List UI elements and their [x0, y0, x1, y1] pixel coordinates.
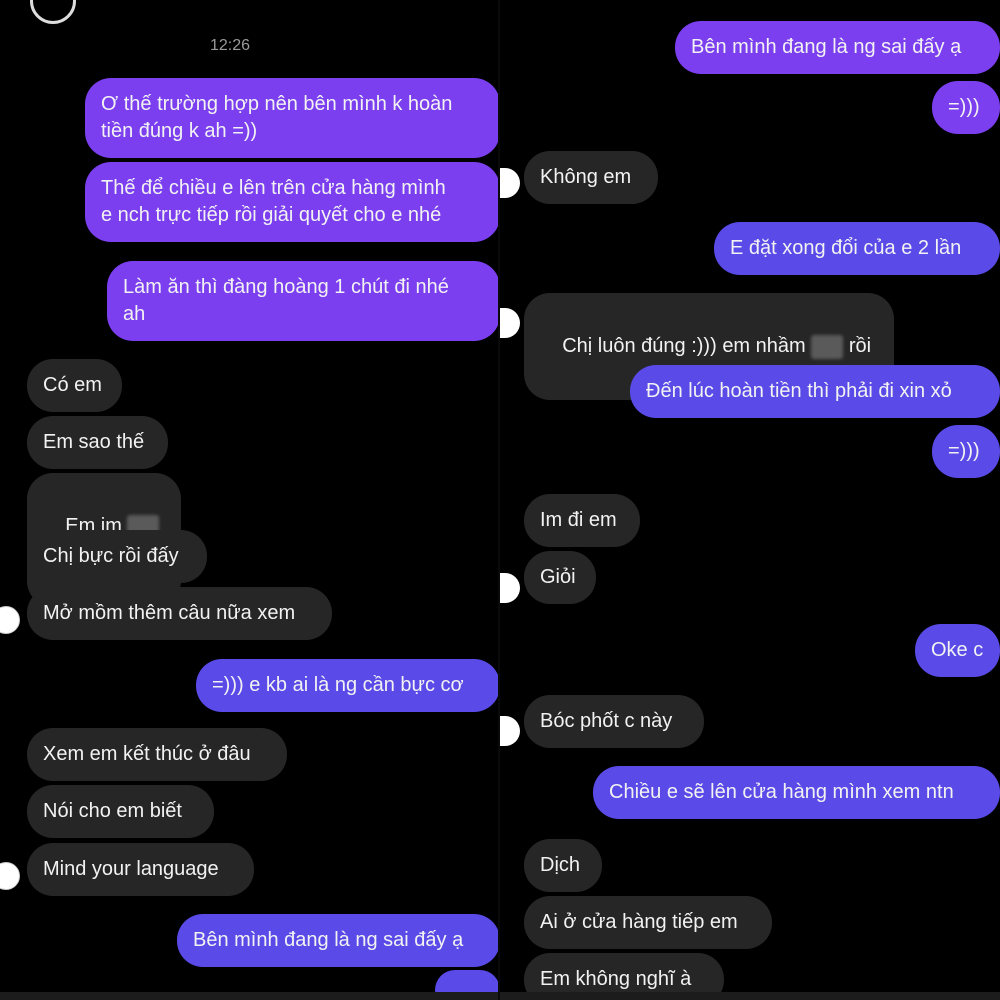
- timestamp: 12:26: [210, 37, 251, 54]
- message-sent[interactable]: Chiều e sẽ lên cửa hàng mình xem ntn: [593, 766, 1000, 819]
- message-sent[interactable]: =))): [932, 81, 1000, 134]
- message-received[interactable]: Không em: [524, 151, 658, 204]
- message-received[interactable]: Em sao thế: [27, 416, 168, 469]
- message-received[interactable]: Nói cho em biết: [27, 785, 214, 838]
- chat-panel-right: Bên mình đang là ng sai đấy ạ =))) Không…: [500, 0, 1000, 1000]
- sender-avatar-icon[interactable]: [500, 716, 520, 746]
- composer-bar[interactable]: [0, 992, 498, 1000]
- sender-avatar-icon[interactable]: [500, 168, 520, 198]
- message-sent[interactable]: Ơ thế trường hợp nên bên mình k hoàn tiề…: [85, 78, 500, 158]
- message-received[interactable]: Giỏi: [524, 551, 596, 604]
- message-received[interactable]: Có em: [27, 359, 122, 412]
- message-sent[interactable]: Đến lúc hoàn tiền thì phải đi xin xỏ: [630, 365, 1000, 418]
- message-sent[interactable]: Làm ăn thì đàng hoàng 1 chút đi nhé ah: [107, 261, 500, 341]
- sender-avatar-icon[interactable]: [500, 573, 520, 603]
- sender-avatar-icon[interactable]: [0, 862, 20, 890]
- profile-avatar-icon[interactable]: [30, 0, 76, 24]
- message-received[interactable]: Im đi em: [524, 494, 640, 547]
- message-text: rồi: [848, 335, 872, 357]
- message-received[interactable]: Chị bực rồi đấy: [27, 530, 207, 583]
- message-sent[interactable]: E đặt xong đổi của e 2 lần: [714, 222, 1000, 275]
- message-received[interactable]: Mở mồm thêm câu nữa xem: [27, 587, 332, 640]
- sender-avatar-icon[interactable]: [0, 606, 20, 634]
- message-sent[interactable]: =))): [932, 425, 1000, 478]
- message-received[interactable]: Dịch: [524, 839, 602, 892]
- message-sent[interactable]: Thế để chiều e lên trên cửa hàng mình e …: [85, 162, 500, 242]
- message-received[interactable]: Mind your language: [27, 843, 254, 896]
- message-received[interactable]: Xem em kết thúc ở đâu: [27, 728, 287, 781]
- composer-bar[interactable]: [500, 992, 1000, 1000]
- chat-panel-left: 12:26 Ơ thế trường hợp nên bên mình k ho…: [0, 0, 500, 1000]
- message-received[interactable]: Ai ở cửa hàng tiếp em: [524, 896, 772, 949]
- message-sent[interactable]: Bên mình đang là ng sai đấy ạ: [675, 21, 1000, 74]
- message-sent[interactable]: Bên mình đang là ng sai đấy ạ: [177, 914, 500, 967]
- sender-avatar-icon[interactable]: [500, 308, 520, 338]
- message-sent[interactable]: Oke c: [915, 624, 1000, 677]
- message-text: Chị luôn đúng :))) em nhầm: [562, 335, 806, 357]
- message-sent[interactable]: =))) e kb ai là ng cần bực cơ: [196, 659, 500, 712]
- censor-blur: [811, 334, 844, 359]
- message-received[interactable]: Bóc phốt c này: [524, 695, 704, 748]
